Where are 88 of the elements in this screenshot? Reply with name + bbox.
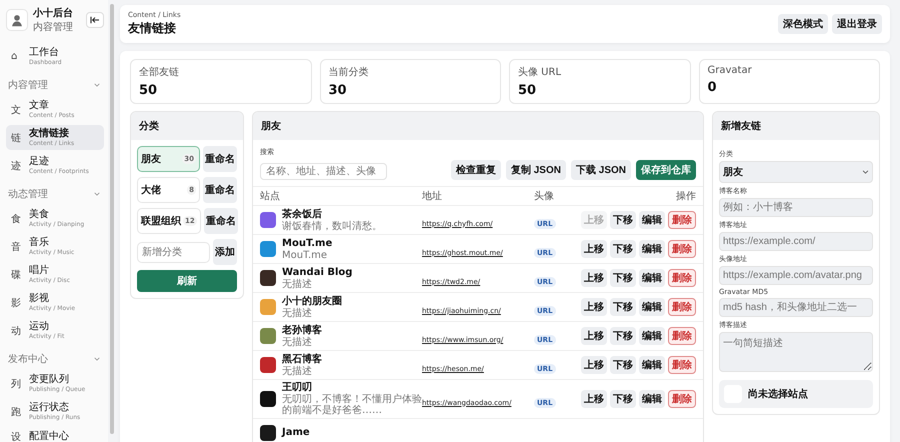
section-title: 发布中心: [8, 352, 48, 366]
column-header: 头像: [534, 190, 555, 203]
site-description: 无描述: [282, 366, 313, 376]
column-header: 站点: [260, 190, 281, 203]
delete-button[interactable]: 删除: [668, 327, 696, 345]
move-up-button[interactable]: 上移: [581, 327, 607, 345]
rename-button[interactable]: 重命名: [203, 177, 237, 203]
delete-button[interactable]: 删除: [668, 269, 696, 287]
search-field[interactable]: 名称、地址、描述、头像: [260, 163, 387, 180]
toolbar-button[interactable]: 保存到仓库: [636, 160, 696, 180]
panel-header: 朋友: [253, 112, 703, 140]
input-field[interactable]: md5 hash，和头像地址二选一: [719, 298, 873, 317]
move-down-button[interactable]: 下移: [610, 298, 636, 316]
move-down-button[interactable]: 下移: [610, 269, 636, 287]
header-button[interactable]: 深色模式: [778, 14, 828, 34]
delete-button[interactable]: 删除: [668, 356, 696, 374]
chevron-icon[interactable]: [94, 357, 100, 361]
site-description: 无描述: [282, 308, 313, 318]
stat-card: 全部友链 50: [130, 59, 312, 104]
add-button[interactable]: 添加: [213, 239, 237, 265]
stat-card: 当前分类 30: [320, 59, 501, 104]
site-description: 无描述: [282, 336, 313, 348]
edit-button[interactable]: 编辑: [639, 240, 665, 258]
move-up-button[interactable]: 上移: [581, 356, 607, 374]
chevron-icon[interactable]: [94, 192, 100, 196]
category-select[interactable]: 朋友: [719, 161, 873, 183]
preview-card: 尚未选择站点: [719, 380, 873, 408]
column-header: 地址: [422, 190, 443, 203]
rename-button[interactable]: 重命名: [204, 208, 238, 234]
move-up-button[interactable]: 上移: [581, 298, 607, 316]
toolbar-button[interactable]: 下载 JSON: [570, 160, 631, 180]
site-name: 黑石博客: [282, 354, 322, 366]
edit-button[interactable]: 编辑: [639, 269, 665, 287]
edit-button[interactable]: 编辑: [639, 390, 665, 408]
description-textarea[interactable]: 一句简短描述: [719, 332, 873, 372]
scrollbar[interactable]: [110, 4, 114, 434]
move-up-button[interactable]: 上移: [581, 390, 607, 408]
toolbar-button[interactable]: 复制 JSON: [506, 160, 566, 180]
site-name: 王叨叨: [282, 382, 313, 394]
header-button[interactable]: 退出登录: [832, 14, 882, 34]
brand-subtitle: 内容管理: [33, 20, 74, 34]
chevron-icon[interactable]: [94, 83, 100, 87]
delete-button[interactable]: 删除: [668, 211, 696, 229]
page-title: 友情链接: [128, 20, 177, 37]
collapse-sidebar-button[interactable]: [86, 12, 104, 28]
site-name: Wandai Blog: [282, 266, 352, 278]
move-up-button[interactable]: 上移: [581, 269, 607, 287]
section-title: 动态管理: [8, 188, 48, 201]
nav-item[interactable]: 设 配置中心: [6, 427, 104, 442]
edit-button[interactable]: 编辑: [639, 356, 665, 374]
collapse-icon: [90, 16, 100, 24]
avatar-placeholder: [6, 9, 28, 31]
panel-header: 分类: [131, 112, 243, 140]
panel-header: 新增友链: [713, 112, 879, 140]
edit-button[interactable]: 编辑: [639, 211, 665, 229]
input-field[interactable]: https://example.com/avatar.png: [719, 266, 873, 285]
site-name: Jame: [282, 427, 310, 439]
site-description: MouT.me: [282, 250, 328, 260]
site-description: 谢饭春情，数叫清愁。: [282, 220, 382, 232]
delete-button[interactable]: 删除: [668, 240, 696, 258]
new-category-input[interactable]: 新增分类: [137, 242, 210, 262]
edit-button[interactable]: 编辑: [639, 327, 665, 345]
move-down-button[interactable]: 下移: [610, 356, 636, 374]
site-description: 无描述: [282, 278, 313, 290]
input-field[interactable]: https://example.com/: [719, 232, 873, 251]
site-name: 小十的朋友圈: [282, 296, 342, 308]
stat-card: Gravatar 0: [698, 59, 880, 104]
edit-button[interactable]: 编辑: [639, 298, 665, 316]
delete-button[interactable]: 删除: [668, 390, 696, 408]
rename-button[interactable]: 重命名: [203, 146, 237, 172]
site-name: 茶余饭后: [282, 208, 323, 220]
stat-card: 头像 URL 50: [509, 59, 690, 104]
section-title: 内容管理: [8, 78, 48, 92]
move-down-button[interactable]: 下移: [610, 240, 636, 258]
move-up-button[interactable]: 上移: [581, 240, 607, 258]
toolbar-button[interactable]: 检查重复: [450, 160, 501, 180]
site-name: 老孙博客: [282, 324, 322, 336]
move-down-button[interactable]: 下移: [610, 327, 636, 345]
site-description: 无叨叨，不博客！不懂用户体验的前端不是好爸爸……: [282, 394, 422, 416]
brand-title: 小十后台: [33, 6, 74, 20]
refresh-button[interactable]: 刷新: [137, 270, 237, 292]
move-down-button[interactable]: 下移: [610, 211, 636, 229]
delete-button[interactable]: 删除: [668, 298, 696, 316]
input-field[interactable]: 例如：小十博客: [719, 198, 873, 217]
column-header: 操作: [675, 190, 696, 203]
site-name: MouT.me: [282, 238, 332, 250]
move-down-button[interactable]: 下移: [610, 390, 636, 408]
chevron-icon: [862, 170, 869, 174]
